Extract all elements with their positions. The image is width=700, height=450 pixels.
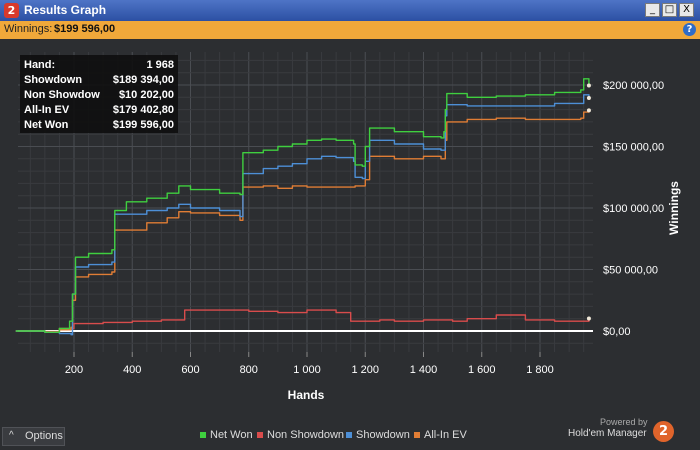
powered-by-label: Powered by — [600, 417, 648, 427]
options-label: Options — [25, 430, 63, 442]
legend-swatch — [346, 432, 352, 439]
x-tick-label: 1 600 — [468, 364, 496, 376]
stat-row-non-showdown: Non Showdow $10 202,00 — [24, 89, 174, 104]
y-axis-label: Winnings — [667, 181, 681, 235]
x-tick-label: 200 — [65, 364, 83, 376]
legend-label: Non Showdown — [267, 429, 345, 441]
stats-panel: Hand: 1 968 Showdown $189 394,00 Non Sho… — [20, 55, 178, 133]
legend-label: All-In EV — [424, 429, 467, 441]
stat-key: All-In EV — [24, 104, 70, 116]
series-end-marker — [586, 83, 591, 88]
stat-row-net-won: Net Won $199 596,00 — [24, 119, 174, 134]
stat-value: $179 402,80 — [112, 104, 174, 116]
brand-name: Hold'em Manager — [568, 428, 647, 439]
x-tick-label: 1 800 — [526, 364, 554, 376]
legend-showdown[interactable]: Showdown — [346, 429, 410, 443]
options-button[interactable]: ^ Options — [2, 427, 65, 446]
stat-value: $199 596,00 — [112, 119, 174, 131]
x-tick-label: 800 — [240, 364, 258, 376]
x-tick-label: 600 — [181, 364, 199, 376]
legend-net-won[interactable]: Net Won — [200, 429, 253, 443]
series-end-marker — [586, 316, 591, 321]
brand-logo-icon: 2 — [653, 421, 674, 442]
stat-key: Hand: — [24, 59, 56, 71]
y-tick-label: $150 000,00 — [603, 142, 664, 154]
x-tick-label: 1 200 — [351, 364, 379, 376]
legend-swatch — [257, 432, 263, 439]
x-tick-label: 1 000 — [293, 364, 321, 376]
x-tick-label: 1 400 — [410, 364, 438, 376]
y-tick-label: $0,00 — [603, 326, 631, 338]
y-tick-labels: $0,00 $50 000,00 $100 000,00 $150 000,00 $20… — [603, 80, 664, 338]
legend-swatch — [414, 432, 420, 439]
legend-all-in-ev[interactable]: All-In EV — [414, 429, 467, 443]
stat-key: Net Won — [24, 119, 69, 131]
series-line-non-showdown — [15, 309, 590, 333]
series-end-marker — [586, 108, 591, 113]
legend-non-showdown[interactable]: Non Showdown — [257, 429, 344, 443]
chevron-up-icon: ^ — [9, 430, 14, 441]
stat-value: $189 394,00 — [112, 74, 174, 86]
y-tick-label: $50 000,00 — [603, 265, 658, 277]
y-tick-label: $100 000,00 — [603, 203, 664, 215]
stat-value: 1 968 — [146, 59, 174, 71]
legend-swatch — [200, 432, 206, 439]
stat-key: Showdown — [24, 74, 83, 86]
stat-row-hand: Hand: 1 968 — [24, 59, 174, 74]
stat-key: Non Showdow — [24, 89, 100, 101]
x-tick-labels: 200 400 600 800 1 000 1 200 1 400 1 600 1 800 — [65, 364, 554, 376]
legend-label: Net Won — [210, 429, 253, 441]
x-axis-label: Hands — [288, 388, 325, 402]
series-end-marker — [586, 96, 591, 101]
stat-value: $10 202,00 — [118, 89, 174, 101]
y-tick-label: $200 000,00 — [603, 80, 664, 92]
stat-row-showdown: Showdown $189 394,00 — [24, 74, 174, 89]
stat-row-all-in-ev: All-In EV $179 402,80 — [24, 104, 174, 119]
x-tick-label: 400 — [123, 364, 141, 376]
legend-label: Showdown — [356, 429, 410, 441]
